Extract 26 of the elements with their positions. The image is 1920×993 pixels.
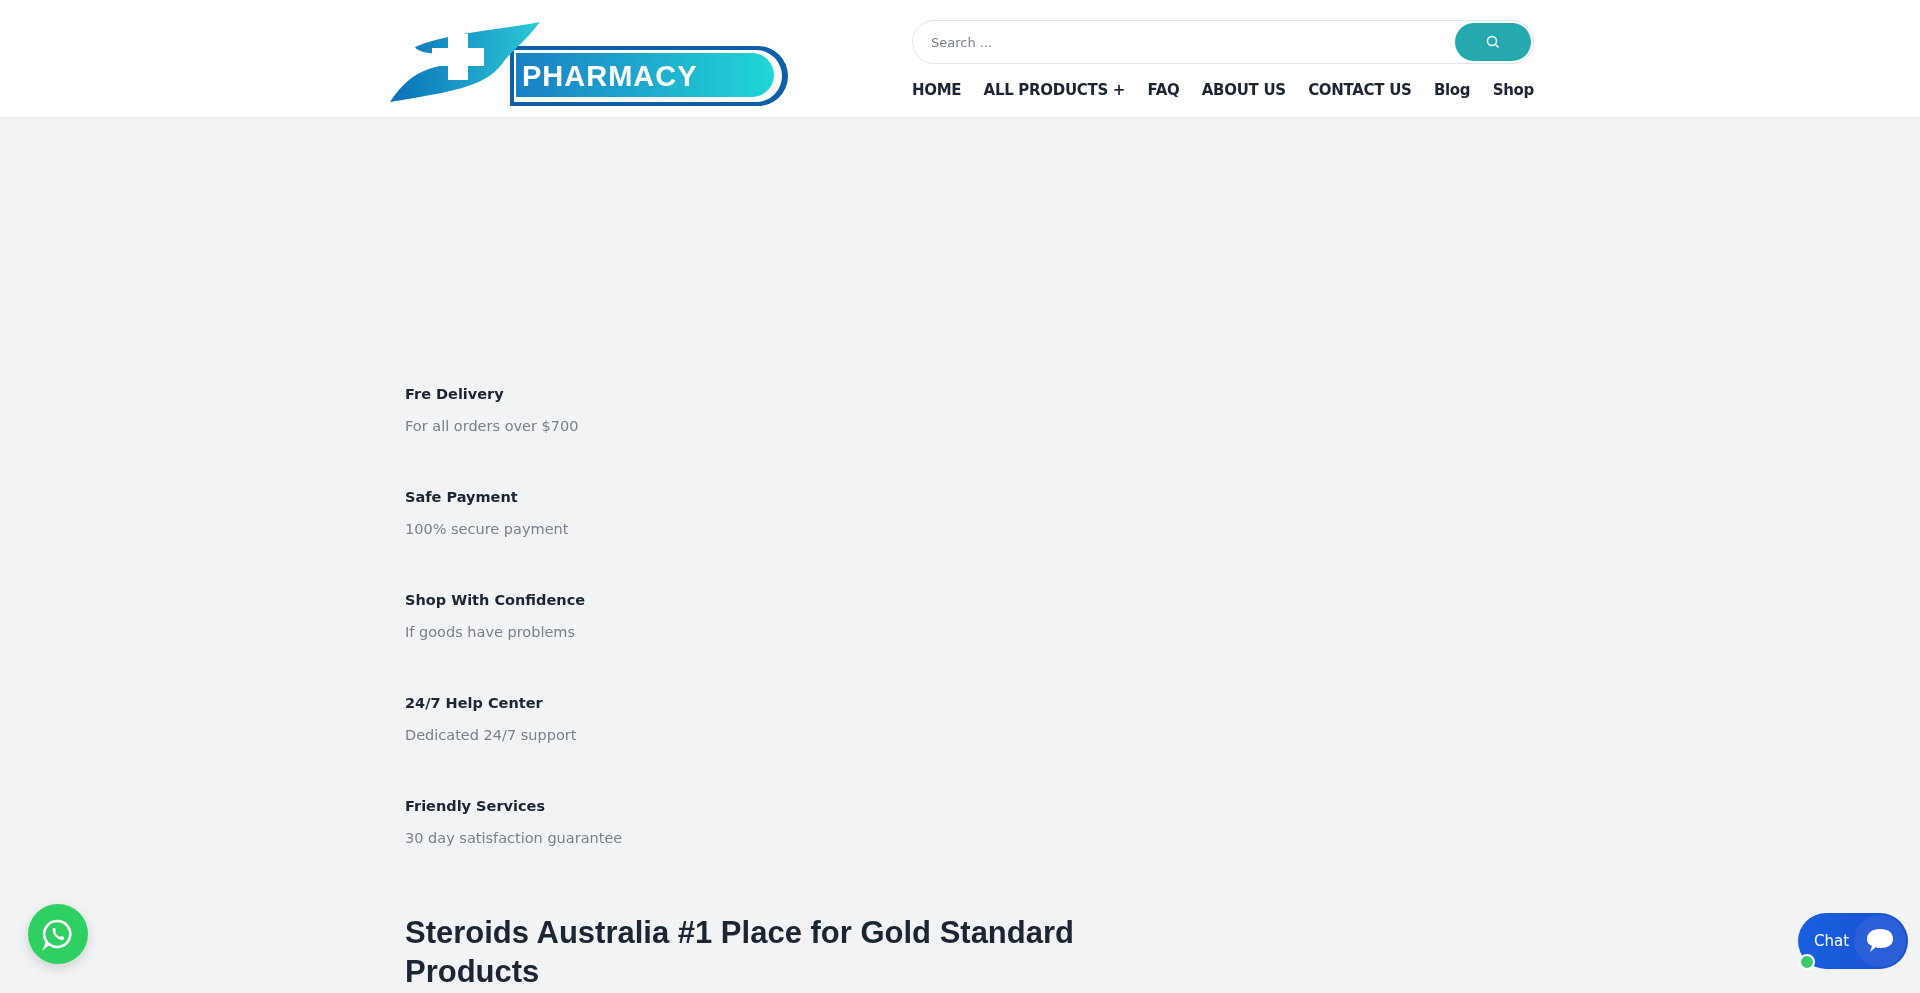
feature-title: Friendly Services	[405, 798, 546, 816]
feature-text: Dedicated 24/7 support	[405, 727, 578, 743]
whatsapp-button[interactable]	[28, 904, 88, 964]
logo-text: PHARMACY	[522, 61, 698, 91]
nav-link[interactable]: ABOUT US	[1201, 81, 1286, 99]
feature-text: 100% secure payment	[405, 521, 570, 537]
feature-text: For all orders over $700	[405, 418, 580, 434]
feature-title: Safe Payment	[405, 489, 519, 507]
whatsapp-icon	[41, 917, 75, 951]
search-icon	[1486, 35, 1500, 49]
nav-link[interactable]: Blog	[1433, 81, 1471, 99]
feature-text: If goods have problems	[405, 624, 577, 640]
nav-link[interactable]: CONTACT US	[1308, 81, 1412, 99]
feature-title: 24/7 Help Center	[405, 695, 544, 713]
nav-link[interactable]: FAQ	[1147, 81, 1180, 99]
feature-text: 30 day satisfaction guarantee	[405, 830, 624, 846]
search-button[interactable]	[1455, 23, 1531, 61]
nav-link[interactable]: ALL PRODUCTS +	[983, 81, 1126, 99]
chat-button[interactable]: Chat	[1798, 913, 1908, 969]
nav-link[interactable]: HOME	[912, 81, 962, 99]
feature-title: Shop With Confidence	[405, 592, 587, 610]
speech-bubble-icon	[1865, 927, 1895, 955]
page-heading: Steroids Australia #1 Place for Gold Standard Products	[405, 914, 1075, 991]
nav-link[interactable]: Shop	[1492, 81, 1534, 99]
feature-title: Fre Delivery	[405, 386, 505, 404]
search-field[interactable]: Search ...	[912, 20, 1534, 64]
